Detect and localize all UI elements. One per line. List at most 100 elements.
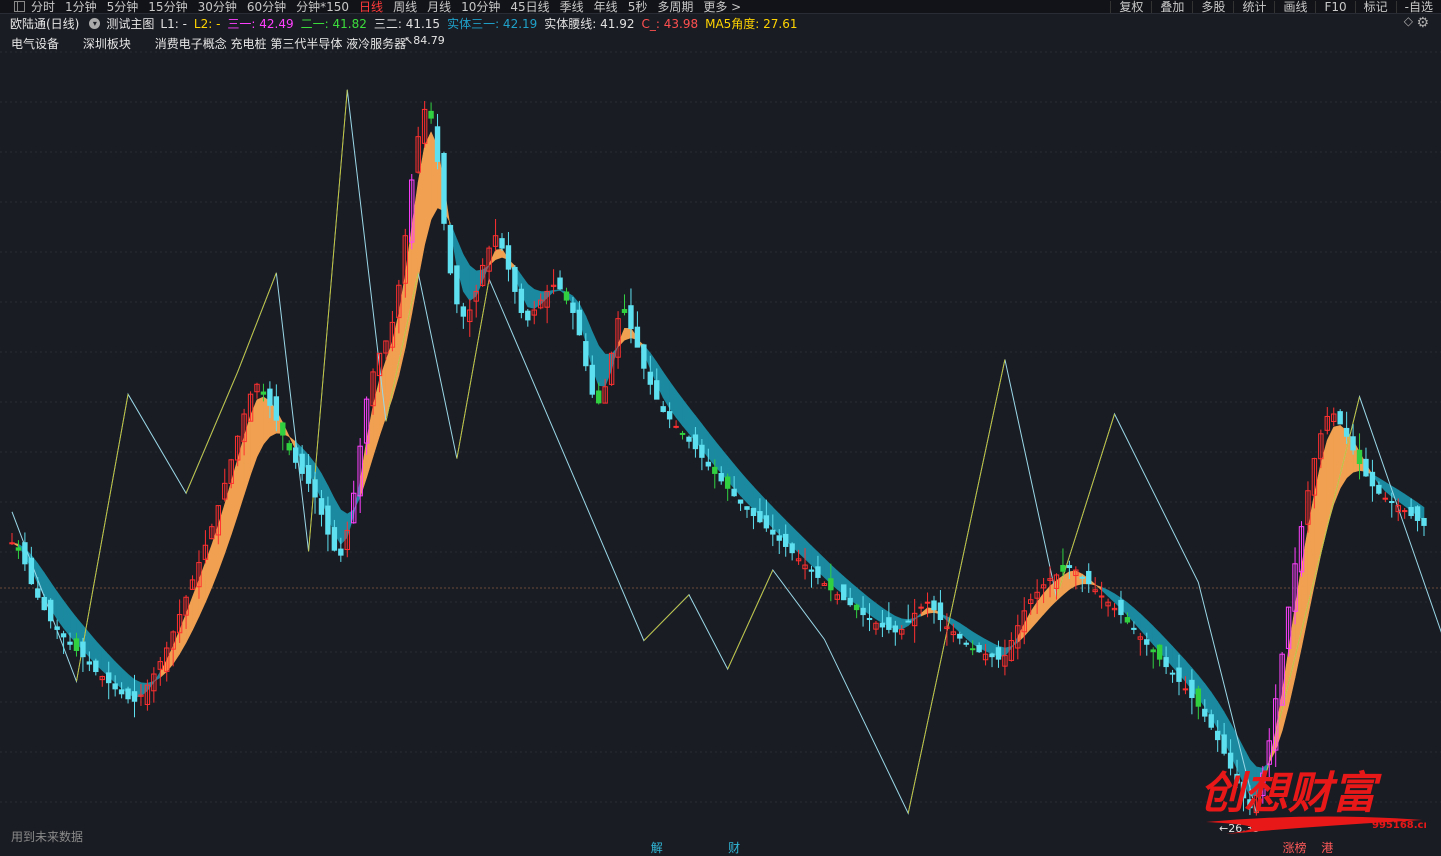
candle-body <box>589 364 595 395</box>
ma-band-segment <box>901 618 909 630</box>
period-tab[interactable]: 分钟*150 <box>296 1 349 13</box>
period-tab[interactable]: 日线 <box>359 1 383 13</box>
candle-body <box>1363 458 1369 477</box>
candle-body <box>628 305 634 330</box>
zigzag-up-line <box>185 371 239 494</box>
ma-band-segment <box>185 596 193 643</box>
period-tab[interactable]: 分时 <box>31 1 55 13</box>
candle-body <box>931 600 937 611</box>
indicator-value: C_: 43.98 <box>641 16 699 31</box>
period-tab[interactable]: 年线 <box>594 1 618 13</box>
event-marker[interactable]: 涨榜 <box>1283 839 1307 856</box>
zigzag-up-line <box>456 278 490 459</box>
candle-body <box>1144 639 1150 645</box>
candle-body <box>570 302 576 313</box>
period-tab[interactable]: 5分钟 <box>107 1 139 13</box>
ma-band-segment <box>1011 635 1019 650</box>
ma-band-segment <box>662 371 670 410</box>
ma-band-segment <box>965 626 973 645</box>
stock-name: 欧陆通(日线) <box>10 16 80 31</box>
candle-body <box>22 542 28 565</box>
zigzag-up-line <box>907 359 1006 814</box>
candle-body <box>660 406 666 413</box>
toolbar-button[interactable]: 画线 <box>1274 0 1315 13</box>
gear-icon[interactable]: ⚙ <box>1416 15 1429 31</box>
candle-body <box>699 444 705 458</box>
ma-band-segment <box>675 389 683 427</box>
diamond-icon[interactable]: ◇ <box>1404 14 1413 28</box>
ma-band-segment <box>346 509 355 538</box>
candle-body <box>1356 449 1363 465</box>
candle-body <box>879 622 886 628</box>
ma-band-segment <box>617 328 625 348</box>
candle-body <box>886 617 892 630</box>
candle-body <box>273 396 280 421</box>
period-tab[interactable]: 多周期 <box>657 1 693 13</box>
toolbar-button[interactable]: 复权 <box>1110 0 1151 13</box>
indicator-name[interactable]: 测试主图 <box>106 15 154 32</box>
ma-band-segment <box>469 265 477 302</box>
period-tab[interactable]: 5秒 <box>628 1 648 13</box>
candle-body <box>892 625 899 633</box>
indicator-value: 实体腰线: 41.92 <box>544 16 635 31</box>
period-tab[interactable]: 1分钟 <box>65 1 97 13</box>
candle-body <box>1086 570 1092 585</box>
ma-band-segment <box>159 659 168 679</box>
ma-band-segment <box>624 328 632 341</box>
period-tab[interactable]: 10分钟 <box>461 1 500 13</box>
dropdown-icon[interactable]: ▾ <box>89 17 101 29</box>
toolbar-button[interactable]: -自选 <box>1395 0 1441 13</box>
period-tab[interactable]: 季线 <box>560 1 584 13</box>
ma-band-segment <box>527 283 535 309</box>
sector-tag[interactable]: 深圳板块 <box>83 37 131 51</box>
candle-body <box>1221 734 1227 754</box>
candle-body <box>15 547 22 551</box>
period-tab[interactable]: 45日线 <box>510 1 549 13</box>
toolbar-button[interactable]: F10 <box>1315 0 1354 13</box>
ma-band-segment <box>417 145 425 279</box>
indicator-values: L1: - L2: - 三一: 42.49 二一: 41.82 三二: 41.15 实体三… <box>160 15 804 32</box>
ma-band-segment <box>708 431 716 467</box>
ma-band-segment <box>1036 592 1044 623</box>
candle-body <box>1182 688 1189 691</box>
indicator-value: 实体三一: 42.19 <box>447 16 538 31</box>
toolbar-button[interactable]: 标记 <box>1354 0 1396 13</box>
candle-body <box>976 645 982 653</box>
candle-body <box>583 341 589 367</box>
ma-band-segment <box>147 680 155 692</box>
candle-body <box>35 588 41 598</box>
period-tab[interactable]: 60分钟 <box>247 1 286 13</box>
ma-band-segment <box>359 439 367 498</box>
sector-tag[interactable]: 消费电子概念 充电桩 第三代半导体 液冷服务器 <box>155 37 406 51</box>
candle-body <box>763 515 770 529</box>
ma-band-segment <box>682 398 690 435</box>
candle-body <box>789 543 795 554</box>
candle-body <box>1414 506 1421 521</box>
kline-chart[interactable] <box>0 50 1441 853</box>
candle-body <box>1060 565 1066 572</box>
toolbar-button[interactable]: 统计 <box>1233 0 1274 13</box>
period-tab[interactable]: 30分钟 <box>198 1 237 13</box>
window-icon[interactable] <box>14 1 25 12</box>
event-marker[interactable]: 解 <box>651 839 663 856</box>
ma-band-segment <box>553 289 561 292</box>
period-tab[interactable]: 月线 <box>427 1 451 13</box>
period-tab[interactable]: 更多 > <box>703 1 741 13</box>
ma-band-segment <box>179 613 187 655</box>
event-marker[interactable]: 港 <box>1321 839 1333 856</box>
period-tab[interactable]: 15分钟 <box>148 1 187 13</box>
toolbar-button[interactable]: 多股 <box>1192 0 1233 13</box>
candle-body <box>1079 576 1085 579</box>
event-marker[interactable]: 财 <box>728 839 740 856</box>
candle-body <box>757 511 763 523</box>
candle-body <box>1195 688 1202 707</box>
ma-band-segment <box>353 480 361 516</box>
candle-body <box>654 380 660 400</box>
toolbar-button[interactable]: 叠加 <box>1151 0 1192 13</box>
ma-band-segment <box>875 602 883 624</box>
period-tab[interactable]: 周线 <box>393 1 417 13</box>
ma-band-segment <box>89 632 97 666</box>
ma-band-segment <box>1133 607 1141 631</box>
ma-band-segment <box>1288 606 1296 707</box>
sector-tag[interactable]: 电气设备 <box>11 37 59 51</box>
